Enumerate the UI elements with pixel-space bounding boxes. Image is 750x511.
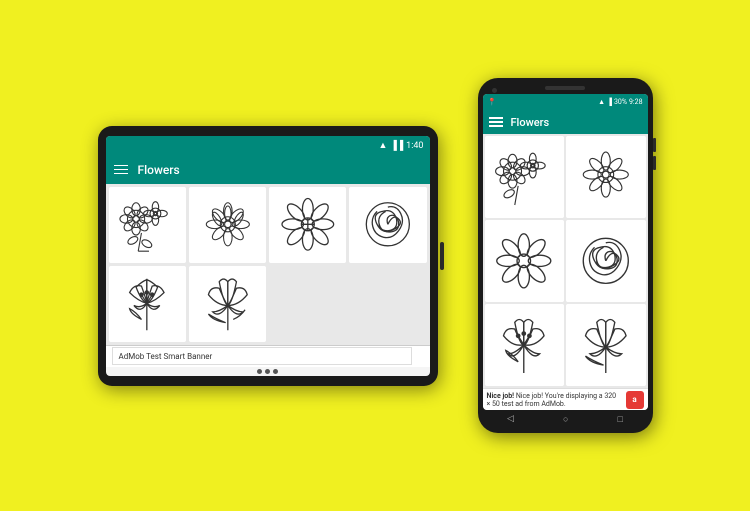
recent-icon[interactable]: □ [618, 414, 623, 425]
nav-dot-3 [273, 369, 278, 374]
tablet-screen: ▲ ▐▐ 1:40 Flowers [106, 136, 430, 376]
tablet-status-icons: ▲ ▐▐ 1:40 [378, 140, 423, 151]
tablet-nav-dots [106, 367, 430, 376]
phone-screen: 📍 ▲ ▐ 30% 9:28 Flowers [483, 94, 648, 410]
phone-ad-text: Nice job! Nice job! You're displaying a … [487, 392, 622, 408]
phone-flower-grid [483, 134, 648, 388]
phone-toolbar-title: Flowers [511, 116, 550, 129]
phone-ad-nicejob: Nice job! [487, 392, 515, 400]
volume-down-button[interactable] [653, 156, 656, 170]
phone-time: 9:28 [629, 98, 643, 106]
phone-status-bar: 📍 ▲ ▐ 30% 9:28 [483, 94, 648, 110]
phone-ad-banner: Nice job! Nice job! You're displaying a … [483, 388, 648, 410]
wifi-icon: ▲ [378, 140, 387, 151]
tablet-flower-grid [106, 184, 430, 345]
signal-icon: ▐▐ [390, 140, 403, 151]
phone-nav-bar: ◁ ○ □ [483, 410, 648, 428]
main-scene: ▲ ▐▐ 1:40 Flowers [98, 78, 653, 433]
tablet-device: ▲ ▐▐ 1:40 Flowers [98, 126, 438, 386]
home-icon[interactable]: ○ [563, 414, 568, 425]
nav-dot-1 [257, 369, 262, 374]
signal-icon: ▐ [607, 98, 612, 106]
volume-up-button[interactable] [653, 138, 656, 152]
tablet-toolbar-title: Flowers [138, 163, 180, 177]
tablet-flower-1[interactable] [109, 187, 186, 263]
phone-flower-3[interactable] [485, 220, 565, 302]
back-icon[interactable]: ◁ [507, 414, 514, 424]
tablet-flower-3[interactable] [269, 187, 346, 263]
phone-status-right: ▲ ▐ 30% 9:28 [598, 98, 642, 106]
phone-flower-6[interactable] [566, 304, 646, 386]
tablet-power-button[interactable] [440, 242, 444, 270]
hamburger-icon[interactable] [114, 165, 128, 175]
nav-dot-2 [265, 369, 270, 374]
tablet-ad-arrow[interactable]: ❯ [416, 351, 424, 361]
tablet-ad-container: AdMob Test Smart Banner ❯ [106, 345, 430, 367]
tablet-flower-5[interactable] [109, 266, 186, 342]
phone-speaker [545, 86, 585, 90]
phone-volume-buttons [653, 138, 656, 170]
tablet-toolbar: Flowers [106, 156, 430, 184]
time-label: 1:40 [406, 141, 423, 151]
phone-flower-5[interactable] [485, 304, 565, 386]
tablet-ad-banner: AdMob Test Smart Banner [112, 347, 412, 365]
tablet-flower-6[interactable] [189, 266, 266, 342]
tablet-flower-2[interactable] [189, 187, 266, 263]
phone-device: 📍 ▲ ▐ 30% 9:28 Flowers [478, 78, 653, 433]
phone-camera [492, 88, 497, 93]
admob-logo: a [626, 391, 644, 409]
phone-hamburger-icon[interactable] [489, 117, 503, 127]
phone-flower-2[interactable] [566, 136, 646, 218]
phone-flower-4[interactable] [566, 220, 646, 302]
battery-percent: 30% [614, 98, 627, 106]
location-pin-icon: 📍 [488, 98, 497, 106]
tablet-status-bar: ▲ ▐▐ 1:40 [106, 136, 430, 156]
phone-flower-1[interactable] [485, 136, 565, 218]
tablet-flower-4[interactable] [349, 187, 426, 263]
wifi-icon: ▲ [598, 98, 605, 106]
phone-toolbar: Flowers [483, 110, 648, 134]
